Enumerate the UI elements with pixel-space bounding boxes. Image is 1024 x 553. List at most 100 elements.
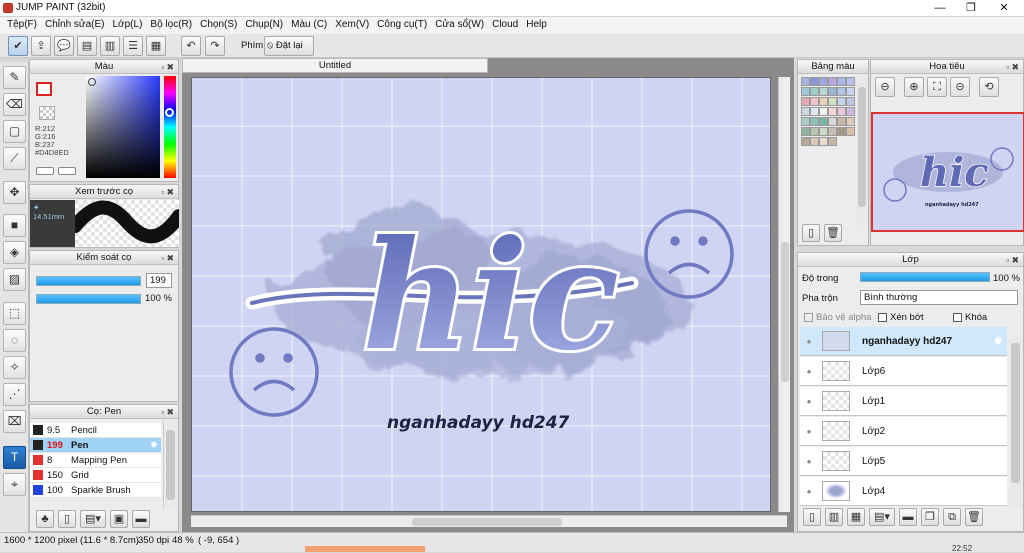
visibility-icon[interactable]: ● xyxy=(800,397,818,406)
list-icon[interactable]: ☰ xyxy=(123,36,143,56)
new-layer-type-icon[interactable]: ▥ xyxy=(825,508,843,526)
color-swatch[interactable] xyxy=(801,77,810,86)
visibility-icon[interactable]: ● xyxy=(800,457,818,466)
raster-layer-icon[interactable]: ▦ xyxy=(847,508,865,526)
color-swatch[interactable] xyxy=(819,97,828,106)
menu-capture[interactable]: Chụp(N) xyxy=(241,17,287,34)
menu-window[interactable]: Cửa sổ(W) xyxy=(431,17,488,34)
export-icon[interactable]: ⇪ xyxy=(31,36,51,56)
layer-row[interactable]: ● Lớp5 xyxy=(800,447,1007,476)
brush-item-pen[interactable]: 199 Pen ✹ xyxy=(30,438,161,453)
color-swatch[interactable] xyxy=(846,117,855,126)
color-swap-button[interactable] xyxy=(58,167,76,175)
color-swatch[interactable] xyxy=(801,87,810,96)
color-swatch[interactable] xyxy=(828,87,837,96)
color-swatch[interactable] xyxy=(828,77,837,86)
color-swatch[interactable] xyxy=(819,127,828,136)
new-brush-icon[interactable]: ▯ xyxy=(58,510,76,528)
protect-alpha-checkbox[interactable]: Bảo vệ alpha xyxy=(804,312,871,323)
zoom-in-icon[interactable]: ⊕ xyxy=(904,77,924,97)
trash-icon[interactable]: 🗑 xyxy=(824,224,842,242)
color-swatch[interactable] xyxy=(810,97,819,106)
artboard[interactable]: hic nganhadayy hd247 xyxy=(191,77,771,512)
layer-row[interactable]: ● nganhadayy hd247 ✹ xyxy=(800,327,1007,356)
visibility-icon[interactable]: ● xyxy=(800,427,818,436)
blend-mode-select[interactable]: Bình thường xyxy=(860,290,1018,305)
menu-help[interactable]: Help xyxy=(522,17,551,34)
check-icon[interactable]: ✔ xyxy=(8,36,28,56)
color-swatch[interactable] xyxy=(837,127,846,136)
page-icon[interactable]: ▥ xyxy=(100,36,120,56)
layer-row[interactable]: ● Lớp4 xyxy=(800,477,1007,506)
fit-view-icon[interactable]: ⛶ xyxy=(927,77,947,97)
panel-controls-icon[interactable]: ▫✖ xyxy=(161,406,176,419)
eraser-tool-icon[interactable]: ⌫ xyxy=(3,93,26,116)
clipping-checkbox[interactable]: Xén bớt xyxy=(878,312,924,323)
panel-controls-icon[interactable]: ▫✖ xyxy=(1006,254,1021,267)
layer-menu-icon[interactable]: ▤▾ xyxy=(869,508,895,526)
palette-scrollbar[interactable] xyxy=(856,75,868,225)
new-swatch-icon[interactable]: ▯ xyxy=(802,224,820,242)
color-swatch[interactable] xyxy=(846,87,855,96)
gradient-tool-icon[interactable]: ▨ xyxy=(3,268,26,291)
brush-settings-icon[interactable]: ▣ xyxy=(110,510,128,528)
brush-item-sparkle[interactable]: 100 Sparkle Brush xyxy=(30,483,161,498)
menu-layer[interactable]: Lớp(L) xyxy=(109,17,147,34)
vertical-scroll-thumb[interactable] xyxy=(781,242,789,382)
panel-controls-icon[interactable]: ▫✖ xyxy=(161,252,176,265)
tree-icon[interactable]: ♣ xyxy=(36,510,54,528)
visibility-icon[interactable]: ● xyxy=(800,487,818,496)
checkbox-box[interactable] xyxy=(878,313,887,322)
transparent-color[interactable] xyxy=(39,106,55,120)
checkbox-box[interactable] xyxy=(804,313,813,322)
layer-row[interactable]: ● Lớp1 xyxy=(800,387,1007,416)
navigator-thumbnail[interactable]: hic nganhadayy hd247 xyxy=(871,112,1024,232)
brush-item-mapping-pen[interactable]: 8 Mapping Pen xyxy=(30,453,161,468)
color-swatch[interactable] xyxy=(819,77,828,86)
brush-item-grid[interactable]: 150 Grid xyxy=(30,468,161,483)
redo-icon[interactable]: ↷ xyxy=(205,36,225,56)
color-swatch[interactable] xyxy=(810,107,819,116)
visibility-icon[interactable]: ● xyxy=(800,367,818,376)
color-swatch[interactable] xyxy=(819,107,828,116)
close-button[interactable]: ✕ xyxy=(988,0,1020,17)
comment-icon[interactable]: 💬 xyxy=(54,36,74,56)
layer-row[interactable]: ● Lớp6 xyxy=(800,357,1007,386)
color-swatch[interactable] xyxy=(801,117,810,126)
color-swatch[interactable] xyxy=(801,127,810,136)
menu-cloud[interactable]: Cloud xyxy=(488,17,522,34)
foreground-color[interactable] xyxy=(36,82,52,96)
folder-icon[interactable]: ▬ xyxy=(132,510,150,528)
color-swatch[interactable] xyxy=(837,87,846,96)
brush-menu-icon[interactable]: ▤▾ xyxy=(80,510,106,528)
pen-tool-icon[interactable]: ✎ xyxy=(3,66,26,89)
panel-icon[interactable]: ▤ xyxy=(77,36,97,56)
trash-icon[interactable]: 🗑 xyxy=(965,508,983,526)
menu-view[interactable]: Xem(V) xyxy=(331,17,373,34)
color-swatch[interactable] xyxy=(828,107,837,116)
checkbox-box[interactable] xyxy=(953,313,962,322)
color-swatch[interactable] xyxy=(810,127,819,136)
color-swatch[interactable] xyxy=(837,97,846,106)
select-eraser-icon[interactable]: ⌧ xyxy=(3,410,26,433)
minimize-button[interactable]: — xyxy=(924,0,956,17)
hue-slider[interactable] xyxy=(164,76,176,178)
menu-color[interactable]: Màu (C) xyxy=(287,17,331,34)
color-swatch[interactable] xyxy=(819,117,828,126)
color-swatch[interactable] xyxy=(810,77,819,86)
layer-row[interactable]: ● Lớp2 xyxy=(800,417,1007,446)
brush-item-pencil[interactable]: 9.5 Pencil xyxy=(30,423,161,438)
picker-cursor[interactable] xyxy=(88,78,96,86)
brush-list-scrollbar[interactable] xyxy=(163,420,177,508)
layer-list-scroll-thumb[interactable] xyxy=(1011,343,1020,483)
color-swatch[interactable] xyxy=(801,107,810,116)
maximize-button[interactable]: ❐ xyxy=(955,0,987,17)
color-swatch[interactable] xyxy=(819,87,828,96)
lock-checkbox[interactable]: Khóa xyxy=(953,312,987,323)
brush-size-input[interactable]: 199 xyxy=(146,273,172,288)
lasso-icon[interactable]: ◌ xyxy=(3,329,26,352)
new-layer-icon[interactable]: ▯ xyxy=(803,508,821,526)
layer-opacity-slider[interactable] xyxy=(860,272,990,282)
undo-icon[interactable]: ↶ xyxy=(181,36,201,56)
brush-size-slider[interactable] xyxy=(36,276,141,286)
